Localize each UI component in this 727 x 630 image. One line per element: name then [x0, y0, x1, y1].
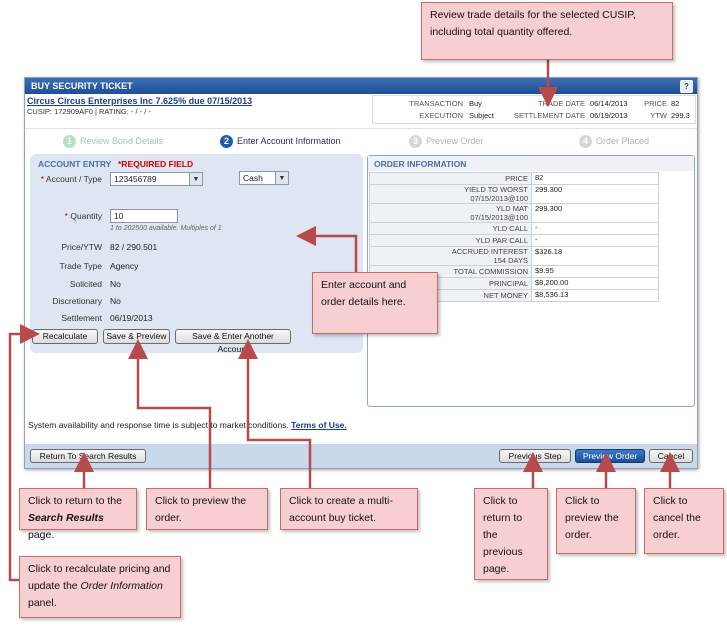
- callout-trade-details: Review trade details for the selected CU…: [421, 2, 673, 60]
- callout-previous-page: Click to return to the previous page.: [474, 488, 548, 580]
- callout-multi-account: Click to create a multi-account buy tick…: [280, 488, 418, 530]
- callout-return-search: Click to return to the Search Results pa…: [19, 488, 137, 541]
- callout-cancel-order: Click to cancel the order.: [644, 488, 724, 554]
- callout-preview-order-2: Click to preview the order.: [556, 488, 636, 554]
- callout-enter-details: Enter account and order details here.: [312, 272, 438, 334]
- callout-recalculate: Click to recalculate pricing and update …: [19, 556, 181, 618]
- callout-preview-order: Click to preview the order.: [146, 488, 268, 530]
